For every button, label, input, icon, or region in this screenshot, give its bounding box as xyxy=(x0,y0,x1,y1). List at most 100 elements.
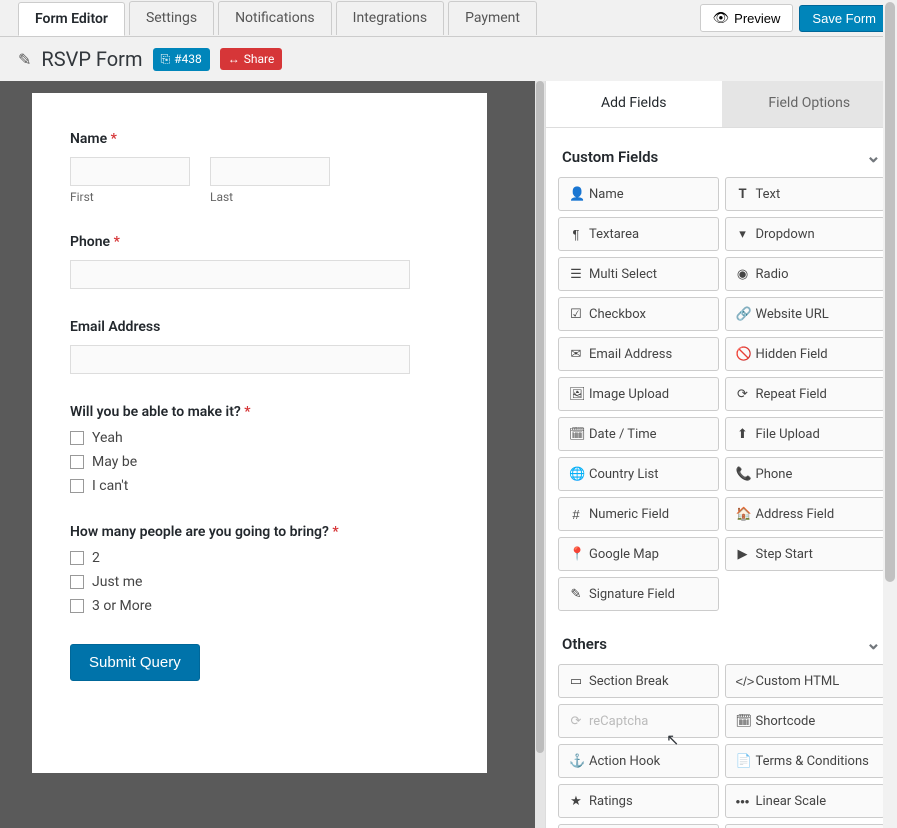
sidebar-content[interactable]: Custom Fields ⌄ 👤Name𝐓Text¶Textarea ▾ Drop… xyxy=(546,128,897,828)
signature-field[interactable]: ✎Signature Field xyxy=(558,577,719,611)
preview-button[interactable]: 👁 Preview xyxy=(700,4,794,32)
section-break-field[interactable]: ▭Section Break xyxy=(558,664,719,698)
text-field[interactable]: 𝐓Text xyxy=(725,177,886,211)
field-email[interactable]: Email Address xyxy=(70,319,449,374)
checkbox-field-icon: ☑ xyxy=(569,306,583,322)
google-map-field[interactable]: 📍Google Map xyxy=(558,537,719,571)
textarea-field-icon: ¶ xyxy=(569,227,583,242)
main-split: Name * First Last Phone * xyxy=(0,81,897,828)
first-sub-label: First xyxy=(70,190,190,204)
section-others[interactable]: Others ⌄ xyxy=(558,623,885,664)
multiple-choice-grid-field[interactable]: ⊡Multiple Choice Grid xyxy=(725,824,886,828)
q1-opt0-label: Yeah xyxy=(92,430,123,446)
multi-select-field-label: Multi Select xyxy=(589,267,657,282)
canvas-scrollbar[interactable] xyxy=(535,81,545,828)
q1-label: Will you be able to make it? * xyxy=(70,404,449,420)
phone-field[interactable]: 📞Phone xyxy=(725,457,886,491)
email-input[interactable] xyxy=(70,345,410,374)
checkbox-icon xyxy=(70,455,84,469)
step-start-field-label: Step Start xyxy=(756,547,813,562)
hidden-field[interactable]: 🚫Hidden Field xyxy=(725,337,886,371)
q2-option-1[interactable]: Just me xyxy=(70,574,449,590)
checkbox-icon xyxy=(70,599,84,613)
checkbox-icon xyxy=(70,479,84,493)
multi-select-field[interactable]: ☰ Multi Select xyxy=(558,257,719,291)
linear-scale-field[interactable]: •••Linear Scale xyxy=(725,784,886,818)
q1-option-1[interactable]: May be xyxy=(70,454,449,470)
signature-field-label: Signature Field xyxy=(589,587,675,602)
image-upload-field[interactable]: 🖼Image Upload xyxy=(558,377,719,411)
checkbox-grid-field[interactable]: ⊞Checkbox Grid xyxy=(558,824,719,828)
section-custom-fields[interactable]: Custom Fields ⌄ xyxy=(558,136,885,177)
action-hook-field[interactable]: ⚓Action Hook xyxy=(558,744,719,778)
q2-option-0[interactable]: 2 xyxy=(70,550,449,566)
action-hook-field-label: Action Hook xyxy=(589,754,660,769)
field-name[interactable]: Name * First Last xyxy=(70,131,449,204)
website-url-field[interactable]: 🔗Website URL xyxy=(725,297,886,331)
email-label: Email Address xyxy=(70,319,449,335)
section-break-field-label: Section Break xyxy=(589,674,669,689)
custom-html-field[interactable]: </>Custom HTML xyxy=(725,664,886,698)
numeric-field[interactable]: #Numeric Field xyxy=(558,497,719,531)
country-list-field[interactable]: 🌐Country List xyxy=(558,457,719,491)
q2-label: How many people are you going to bring? … xyxy=(70,524,449,540)
form-id-badge[interactable]: ⎘ #438 xyxy=(153,48,210,71)
page-scrollbar[interactable] xyxy=(883,0,897,828)
q1-option-0[interactable]: Yeah xyxy=(70,430,449,446)
field-guests[interactable]: How many people are you going to bring? … xyxy=(70,524,449,614)
sidebar: Add Fields Field Options Custom Fields ⌄… xyxy=(545,81,897,828)
google-map-field-label: Google Map xyxy=(589,547,659,562)
name-field[interactable]: 👤Name xyxy=(558,177,719,211)
dropdown-field-icon: ▾ xyxy=(736,226,750,242)
tab-settings[interactable]: Settings xyxy=(129,1,214,35)
section-others-title: Others xyxy=(562,635,607,653)
checkbox-field[interactable]: ☑Checkbox xyxy=(558,297,719,331)
last-sub-label: Last xyxy=(210,190,330,204)
tab-add-fields[interactable]: Add Fields xyxy=(546,81,722,127)
text-field-label: Text xyxy=(756,187,781,202)
multi-select-field-icon: ☰ xyxy=(569,266,583,282)
radio-field[interactable]: ◉Radio xyxy=(725,257,886,291)
first-name-input[interactable] xyxy=(70,157,190,186)
ratings-field[interactable]: ★Ratings xyxy=(558,784,719,818)
tab-payment[interactable]: Payment xyxy=(448,1,537,35)
textarea-field[interactable]: ¶Textarea xyxy=(558,217,719,251)
repeat-field[interactable]: ⟳Repeat Field xyxy=(725,377,886,411)
q1-opt1-label: May be xyxy=(92,454,137,470)
radio-field-label: Radio xyxy=(756,267,789,282)
dropdown-field[interactable]: ▾ Dropdown xyxy=(725,217,886,251)
q1-option-2[interactable]: I can't xyxy=(70,478,449,494)
submit-button[interactable]: Submit Query xyxy=(70,644,200,681)
date-time-field[interactable]: 🗓Date / Time xyxy=(558,417,719,451)
ratings-field-label: Ratings xyxy=(589,794,633,809)
phone-input[interactable] xyxy=(70,260,410,289)
field-phone[interactable]: Phone * xyxy=(70,234,449,289)
tab-integrations[interactable]: Integrations xyxy=(336,1,444,35)
save-form-button[interactable]: Save Form xyxy=(799,5,889,32)
q2-option-2[interactable]: 3 or More xyxy=(70,598,449,614)
address-field[interactable]: 🏠Address Field xyxy=(725,497,886,531)
form-canvas-scroll[interactable]: Name * First Last Phone * xyxy=(0,81,545,828)
email-field-btn[interactable]: ✉Email Address xyxy=(558,337,719,371)
step-start-field[interactable]: ▶Step Start xyxy=(725,537,886,571)
email-field-btn-icon: ✉ xyxy=(569,346,583,362)
last-name-input[interactable] xyxy=(210,157,330,186)
topbar-tabs: Form Editor Settings Notifications Integ… xyxy=(18,1,541,35)
dropdown-field-label: Dropdown xyxy=(756,227,815,242)
q2-opt2-label: 3 or More xyxy=(92,598,152,614)
shortcode-field[interactable]: 🗓Shortcode xyxy=(725,704,886,738)
share-badge[interactable]: ↔ Share xyxy=(220,48,283,70)
tab-notifications[interactable]: Notifications xyxy=(218,1,332,35)
file-upload-field[interactable]: ⬆File Upload xyxy=(725,417,886,451)
q1-opt2-label: I can't xyxy=(92,478,128,494)
field-attendance[interactable]: Will you be able to make it? * Yeah May … xyxy=(70,404,449,494)
form-canvas: Name * First Last Phone * xyxy=(32,93,487,773)
numeric-field-label: Numeric Field xyxy=(589,507,669,522)
hidden-field-icon: 🚫 xyxy=(736,346,750,362)
file-upload-field-icon: ⬆ xyxy=(736,426,750,442)
image-upload-field-icon: 🖼 xyxy=(569,386,583,402)
tab-field-options[interactable]: Field Options xyxy=(722,81,897,127)
terms-field[interactable]: 📄Terms & Conditions xyxy=(725,744,886,778)
tab-form-editor[interactable]: Form Editor xyxy=(18,2,125,36)
country-list-field-label: Country List xyxy=(589,467,659,482)
